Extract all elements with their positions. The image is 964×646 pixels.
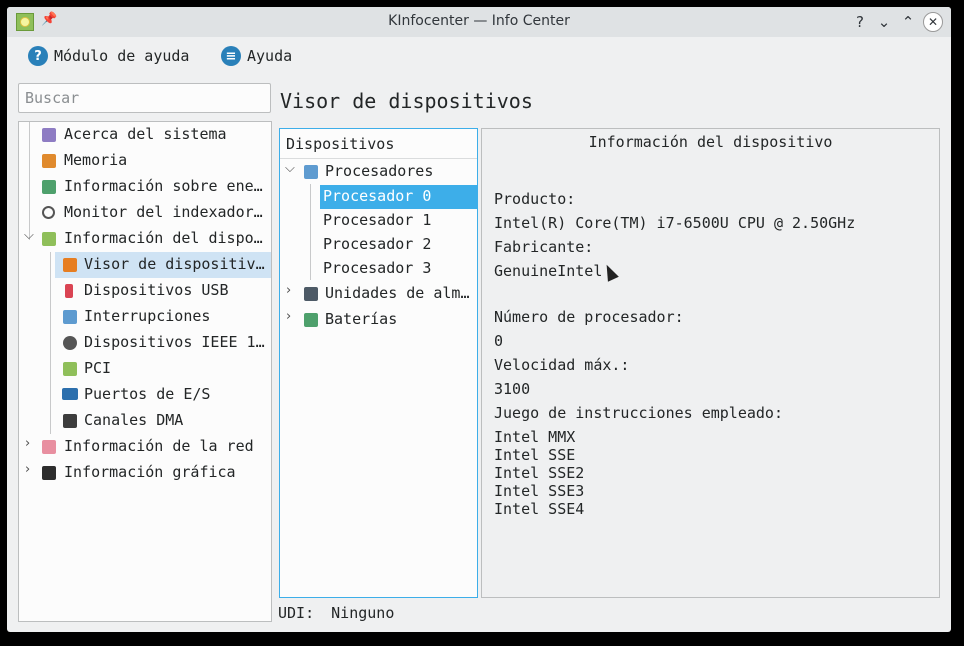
sidebar-item-interrupts[interactable]: Interrupciones bbox=[19, 304, 271, 330]
vendor-value: GenuineIntel bbox=[494, 262, 603, 280]
vendor-label: Fabricante: bbox=[494, 238, 594, 256]
chevron-right-icon[interactable]: › bbox=[286, 283, 291, 298]
webcam-icon bbox=[63, 336, 77, 350]
battery-icon bbox=[304, 313, 318, 327]
graphics-icon bbox=[42, 466, 56, 480]
instruction-set-item: Intel SSE4 bbox=[494, 500, 585, 518]
product-label: Producto: bbox=[494, 190, 576, 208]
help-menu-label: Ayuda bbox=[247, 47, 293, 65]
sidebar-item-ieee-devices[interactable]: Dispositivos IEEE 1… bbox=[19, 330, 271, 356]
sidebar-item-io-ports[interactable]: Puertos de E/S bbox=[19, 382, 271, 408]
chevron-right-icon[interactable]: › bbox=[25, 462, 37, 477]
chevron-down-icon[interactable]: ⌵ bbox=[24, 228, 36, 243]
kinfocenter-window: 📌 KInfocenter — Info Center ? ⌄ ⌃ ✕ ? Mó… bbox=[7, 7, 951, 632]
dma-icon bbox=[63, 414, 77, 428]
udi-label: UDI: bbox=[278, 604, 315, 622]
max-speed-label: Velocidad máx.: bbox=[494, 356, 630, 374]
module-tree[interactable]: Acerca del sistema Memoria Información s… bbox=[18, 121, 272, 622]
help-icon[interactable]: ? bbox=[850, 12, 870, 32]
sidebar-item-indexer-monitor[interactable]: Monitor del indexador… bbox=[19, 200, 271, 226]
product-value: Intel(R) Core(TM) i7-6500U CPU @ 2.50GHz bbox=[494, 214, 856, 232]
instruction-set-label: Juego de instrucciones empleado: bbox=[494, 404, 783, 422]
sidebar-item-about-system[interactable]: Acerca del sistema bbox=[19, 122, 271, 148]
instruction-set-item: Intel SSE2 bbox=[494, 464, 585, 482]
sidebar-item-network-info[interactable]: › Información de la red bbox=[19, 434, 271, 460]
page-title: Visor de dispositivos bbox=[280, 89, 533, 113]
sidebar-item-graphics-info[interactable]: › Información gráfica bbox=[19, 460, 271, 486]
sidebar-item-energy[interactable]: Información sobre ene… bbox=[19, 174, 271, 200]
maximize-icon[interactable]: ⌃ bbox=[898, 12, 918, 32]
help-module-button[interactable]: ? Módulo de ayuda bbox=[28, 46, 189, 66]
device-info-icon bbox=[42, 232, 56, 246]
storage-icon bbox=[304, 287, 318, 301]
help-menu-button[interactable]: ≡ Ayuda bbox=[221, 46, 292, 66]
usb-icon bbox=[65, 284, 73, 298]
device-item-processor-0[interactable]: Procesador 0 bbox=[320, 185, 477, 209]
instruction-set-item: Intel SSE3 bbox=[494, 482, 585, 500]
minimize-icon[interactable]: ⌄ bbox=[874, 12, 894, 32]
sidebar-item-pci[interactable]: PCI bbox=[19, 356, 271, 382]
processor-number-value: 0 bbox=[494, 332, 504, 350]
search-input[interactable] bbox=[18, 83, 271, 113]
device-info-panel: Información del dispositivo Producto: In… bbox=[481, 128, 940, 598]
toolbar: ? Módulo de ayuda ≡ Ayuda bbox=[7, 37, 951, 77]
sidebar-item-device-info[interactable]: ⌵ Información del dispo… bbox=[19, 226, 271, 252]
max-speed-value: 3100 bbox=[494, 380, 531, 398]
instruction-set-item: Intel SSE bbox=[494, 446, 576, 464]
title-bar[interactable]: 📌 KInfocenter — Info Center ? ⌄ ⌃ ✕ bbox=[7, 7, 951, 37]
instruction-set-item: Intel MMX bbox=[494, 428, 576, 446]
network-icon bbox=[42, 440, 56, 454]
wrench-icon bbox=[63, 258, 77, 272]
menu-icon: ≡ bbox=[221, 46, 241, 66]
close-icon[interactable]: ✕ bbox=[923, 12, 943, 32]
chevron-down-icon[interactable]: ⌵ bbox=[285, 161, 295, 176]
energy-icon bbox=[42, 180, 56, 194]
device-item-processor-2[interactable]: Procesador 2 bbox=[320, 233, 477, 257]
processor-number-label: Número de procesador: bbox=[494, 308, 684, 326]
help-circle-icon: ? bbox=[28, 46, 48, 66]
pci-icon bbox=[63, 362, 77, 376]
device-item-processor-1[interactable]: Procesador 1 bbox=[320, 209, 477, 233]
magnifier-icon bbox=[42, 206, 55, 219]
window-title: KInfocenter — Info Center bbox=[388, 13, 570, 29]
chevron-right-icon[interactable]: › bbox=[25, 436, 37, 451]
device-item-storage[interactable]: › Unidades de alm… bbox=[280, 282, 477, 306]
help-module-label: Módulo de ayuda bbox=[54, 47, 190, 65]
monitor-icon bbox=[62, 388, 78, 400]
udi-status: UDI: Ninguno bbox=[278, 604, 394, 622]
device-info-title: Información del dispositivo bbox=[588, 133, 833, 151]
sidebar-item-usb-devices[interactable]: Dispositivos USB bbox=[19, 278, 271, 304]
device-item-batteries[interactable]: › Baterías bbox=[280, 308, 477, 332]
devices-header[interactable]: Dispositivos bbox=[280, 129, 477, 159]
sidebar-item-dma-channels[interactable]: Canales DMA bbox=[19, 408, 271, 434]
device-item-processors[interactable]: ⌵ Procesadores bbox=[280, 160, 477, 184]
sidebar-item-device-viewer[interactable]: Visor de dispositiv… bbox=[55, 252, 271, 278]
udi-value: Ninguno bbox=[331, 604, 395, 622]
device-item-processor-3[interactable]: Procesador 3 bbox=[320, 257, 477, 281]
processor-icon bbox=[304, 165, 318, 179]
chip-icon bbox=[63, 310, 77, 324]
chevron-right-icon[interactable]: › bbox=[286, 309, 291, 324]
memory-icon bbox=[42, 154, 56, 168]
sidebar-item-memory[interactable]: Memoria bbox=[19, 148, 271, 174]
about-icon bbox=[42, 128, 56, 142]
devices-tree[interactable]: Dispositivos ⌵ Procesadores Procesador 0… bbox=[279, 128, 478, 598]
